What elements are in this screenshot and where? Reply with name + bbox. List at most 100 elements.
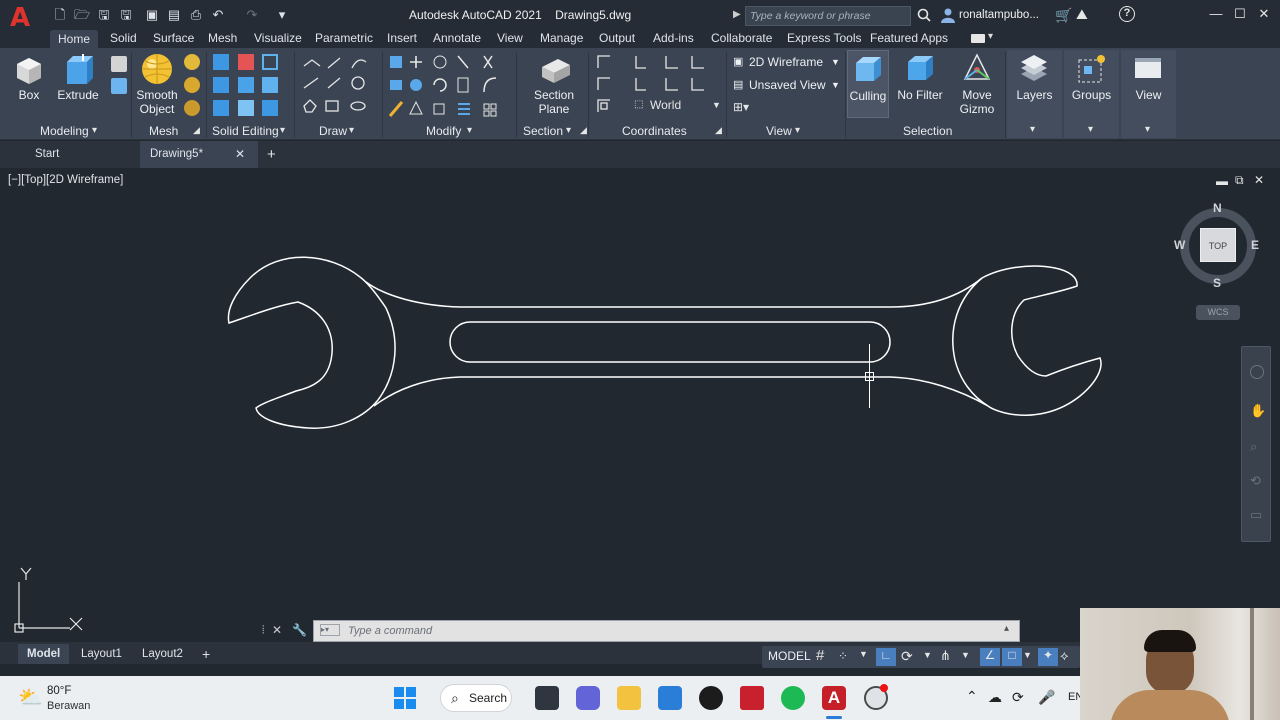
tab-model[interactable]: Model xyxy=(18,644,70,664)
redo-icon[interactable]: ↷ xyxy=(244,7,260,23)
search-icon[interactable] xyxy=(917,8,931,22)
section-dropdown-icon[interactable]: ▾ xyxy=(566,125,571,136)
layers-button[interactable]: Layers ▾ xyxy=(1007,50,1062,138)
panel-draw[interactable]: Draw xyxy=(319,124,347,138)
separate-icon[interactable] xyxy=(262,100,278,116)
ucs-dropdown[interactable]: ⬚ World ▼ xyxy=(634,96,722,114)
view-dropdown-icon[interactable]: ▾ xyxy=(795,125,800,136)
wrench-drawing[interactable] xyxy=(0,168,1280,642)
isodraft-dropdown-icon[interactable]: ▼ xyxy=(961,650,970,660)
microphone-icon[interactable]: 🎤 xyxy=(1038,689,1055,706)
pan-icon[interactable]: ✋ xyxy=(1250,403,1266,419)
view-panel-button[interactable]: View ▾ xyxy=(1121,50,1176,138)
tray-expand-icon[interactable]: ⌃ xyxy=(966,688,978,705)
orbit-icon[interactable]: ⟲ xyxy=(1250,473,1261,489)
open-file-icon[interactable]: 🗁 xyxy=(74,7,90,23)
dynamic-ucs-icon[interactable]: ⟡ xyxy=(1060,648,1069,664)
tab-layout2[interactable]: Layout2 xyxy=(142,644,183,664)
steering-wheel-icon[interactable] xyxy=(1250,365,1264,379)
shell-icon[interactable] xyxy=(262,77,278,93)
presspull-icon[interactable] xyxy=(111,56,127,72)
save-as-icon[interactable]: 🖫 xyxy=(118,7,134,23)
viewport-config-icon[interactable]: ⊞▾ xyxy=(733,100,749,114)
sync-icon[interactable]: ⟳ xyxy=(1012,689,1024,706)
zoom-extents-icon[interactable]: ⌕ xyxy=(1250,439,1257,455)
tab-drawing5[interactable]: Drawing5* ✕ xyxy=(140,141,258,168)
minimize-icon[interactable]: — xyxy=(1206,6,1226,24)
qat-dropdown-icon[interactable]: ▾ xyxy=(274,7,290,23)
mesh-refine-icon[interactable] xyxy=(184,100,200,116)
user-name[interactable]: ronaltampubo... xyxy=(959,9,1039,21)
polar-tracking-icon[interactable]: ⟳ xyxy=(901,648,913,665)
modify-tools-icons[interactable] xyxy=(388,54,512,118)
task-view-icon[interactable] xyxy=(535,686,559,710)
ortho-icon[interactable]: ∟ xyxy=(876,648,896,666)
mesh-launcher-icon[interactable]: ◢ xyxy=(193,125,200,136)
groups-button[interactable]: Groups ▾ xyxy=(1064,50,1119,138)
new-file-icon[interactable]: 🗋 xyxy=(52,7,68,23)
draw-dropdown-icon[interactable]: ▾ xyxy=(349,125,354,136)
osnap-dropdown-icon[interactable]: ▼ xyxy=(1023,650,1032,660)
cloud-icon[interactable]: ☁ xyxy=(988,689,1002,706)
compass-w[interactable]: W xyxy=(1174,238,1185,252)
coordinates-launcher-icon[interactable]: ◢ xyxy=(715,125,722,136)
polysolid-icon[interactable] xyxy=(111,78,127,94)
tab-start[interactable]: Start xyxy=(35,141,59,168)
tab-annotate[interactable]: Annotate xyxy=(433,31,481,45)
modify-dropdown-icon[interactable]: ▾ xyxy=(467,125,472,136)
add-layout-icon[interactable]: + xyxy=(202,644,210,664)
extract-edges-icon[interactable] xyxy=(262,54,278,70)
command-grip-icon[interactable]: ⦙ xyxy=(262,624,264,637)
tab-solid[interactable]: Solid xyxy=(110,31,137,45)
command-history-icon[interactable]: ▴ xyxy=(1004,623,1009,634)
smooth-object-button[interactable]: Smooth Object xyxy=(133,88,181,116)
file-explorer-icon[interactable] xyxy=(617,686,641,710)
mcafee-icon[interactable] xyxy=(740,686,764,710)
grid-icon[interactable]: # xyxy=(816,647,824,664)
isodraft-icon[interactable]: ⋔ xyxy=(940,648,951,664)
help-icon[interactable]: ? xyxy=(1119,6,1135,22)
store-icon[interactable] xyxy=(658,686,682,710)
tab-manage[interactable]: Manage xyxy=(540,31,583,45)
compass-s[interactable]: S xyxy=(1213,276,1221,290)
help-search-input[interactable]: Type a keyword or phrase xyxy=(745,6,911,26)
interfere-icon[interactable] xyxy=(213,100,229,116)
tab-insert[interactable]: Insert xyxy=(387,31,417,45)
snap-mode-icon[interactable]: ⁘ xyxy=(838,649,848,663)
tab-output[interactable]: Output xyxy=(599,31,635,45)
autocad-logo-icon[interactable]: A xyxy=(10,4,38,32)
panel-coordinates[interactable]: Coordinates xyxy=(622,124,687,138)
subtract-icon[interactable] xyxy=(238,54,254,70)
spotify-icon[interactable] xyxy=(781,686,805,710)
recent-commands-icon[interactable]: ▸▾ xyxy=(320,624,340,636)
command-close-icon[interactable]: ✕ xyxy=(272,623,282,637)
windows-start-icon[interactable] xyxy=(394,687,416,709)
showmotion-icon[interactable]: ▭ xyxy=(1250,507,1262,523)
union-icon[interactable] xyxy=(213,54,229,70)
drawing-canvas[interactable]: [−][Top][2D Wireframe] ▬ ⧉ ✕ TOP N S E W… xyxy=(0,168,1280,642)
ribbon-toggle-icon[interactable] xyxy=(971,34,985,43)
section-plane-button[interactable]: Section Plane xyxy=(528,88,580,116)
model-space-button[interactable]: MODEL xyxy=(768,649,811,663)
tab-collaborate[interactable]: Collaborate xyxy=(711,31,772,45)
object-snap-tracking-icon[interactable]: ∠ xyxy=(980,648,1000,666)
slice-icon[interactable] xyxy=(238,77,254,93)
thicken-icon[interactable] xyxy=(238,100,254,116)
open-web-icon[interactable]: ▣ xyxy=(144,7,160,23)
intersect-icon[interactable] xyxy=(213,77,229,93)
3d-osnap-icon[interactable]: ✦ xyxy=(1038,648,1058,666)
command-input[interactable]: ▸▾ Type a command ▴ xyxy=(313,620,1020,642)
polar-dropdown-icon[interactable]: ▼ xyxy=(923,650,932,660)
modeling-dropdown-icon[interactable]: ▾ xyxy=(92,125,97,136)
autocad-taskbar-icon[interactable]: A xyxy=(822,686,846,710)
tab-view[interactable]: View xyxy=(497,31,523,45)
tab-express-tools[interactable]: Express Tools xyxy=(787,31,861,45)
command-customize-icon[interactable]: 🔧 xyxy=(292,623,307,637)
move-gizmo-button[interactable]: Move Gizmo xyxy=(955,88,999,116)
maximize-icon[interactable]: ☐ xyxy=(1230,6,1250,24)
close-icon[interactable]: ✕ xyxy=(1254,6,1274,24)
undo-icon[interactable]: ↶ xyxy=(210,7,226,23)
cart-icon[interactable]: 🛒 xyxy=(1055,7,1072,24)
panel-selection[interactable]: Selection xyxy=(903,124,952,138)
culling-button[interactable]: Culling xyxy=(847,50,889,118)
